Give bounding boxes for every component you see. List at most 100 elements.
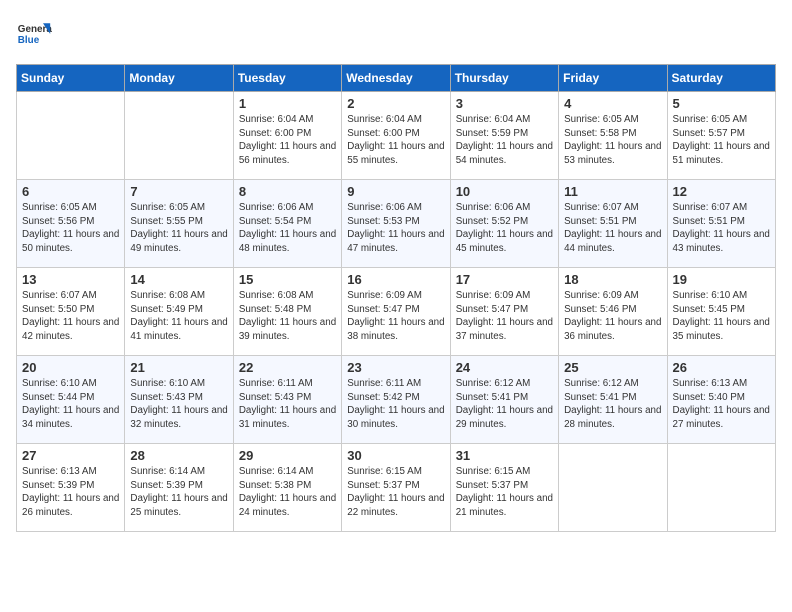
day-number: 17 bbox=[456, 272, 553, 287]
calendar-cell: 6 Sunrise: 6:05 AM Sunset: 5:56 PM Dayli… bbox=[17, 180, 125, 268]
calendar-cell: 24 Sunrise: 6:12 AM Sunset: 5:41 PM Dayl… bbox=[450, 356, 558, 444]
col-header-sunday: Sunday bbox=[17, 65, 125, 92]
day-info: Sunrise: 6:14 AM Sunset: 5:39 PM Dayligh… bbox=[130, 465, 227, 520]
calendar-cell: 15 Sunrise: 6:08 AM Sunset: 5:48 PM Dayl… bbox=[233, 268, 341, 356]
day-number: 23 bbox=[347, 360, 444, 375]
day-info: Sunrise: 6:07 AM Sunset: 5:51 PM Dayligh… bbox=[673, 201, 770, 256]
day-number: 31 bbox=[456, 448, 553, 463]
calendar-cell: 27 Sunrise: 6:13 AM Sunset: 5:39 PM Dayl… bbox=[17, 444, 125, 532]
logo: General Blue bbox=[16, 16, 56, 52]
calendar-week-2: 6 Sunrise: 6:05 AM Sunset: 5:56 PM Dayli… bbox=[17, 180, 776, 268]
col-header-thursday: Thursday bbox=[450, 65, 558, 92]
calendar-cell bbox=[667, 444, 775, 532]
day-info: Sunrise: 6:06 AM Sunset: 5:53 PM Dayligh… bbox=[347, 201, 444, 256]
calendar-cell: 10 Sunrise: 6:06 AM Sunset: 5:52 PM Dayl… bbox=[450, 180, 558, 268]
calendar-cell: 2 Sunrise: 6:04 AM Sunset: 6:00 PM Dayli… bbox=[342, 92, 450, 180]
calendar-cell: 23 Sunrise: 6:11 AM Sunset: 5:42 PM Dayl… bbox=[342, 356, 450, 444]
calendar-week-5: 27 Sunrise: 6:13 AM Sunset: 5:39 PM Dayl… bbox=[17, 444, 776, 532]
col-header-monday: Monday bbox=[125, 65, 233, 92]
day-number: 15 bbox=[239, 272, 336, 287]
col-header-saturday: Saturday bbox=[667, 65, 775, 92]
day-number: 24 bbox=[456, 360, 553, 375]
calendar-cell: 18 Sunrise: 6:09 AM Sunset: 5:46 PM Dayl… bbox=[559, 268, 667, 356]
day-number: 30 bbox=[347, 448, 444, 463]
day-number: 22 bbox=[239, 360, 336, 375]
day-info: Sunrise: 6:04 AM Sunset: 6:00 PM Dayligh… bbox=[239, 113, 336, 168]
day-number: 27 bbox=[22, 448, 119, 463]
day-number: 14 bbox=[130, 272, 227, 287]
calendar-cell: 17 Sunrise: 6:09 AM Sunset: 5:47 PM Dayl… bbox=[450, 268, 558, 356]
page-header: General Blue bbox=[16, 16, 776, 52]
calendar-cell: 25 Sunrise: 6:12 AM Sunset: 5:41 PM Dayl… bbox=[559, 356, 667, 444]
day-number: 2 bbox=[347, 96, 444, 111]
day-info: Sunrise: 6:13 AM Sunset: 5:39 PM Dayligh… bbox=[22, 465, 119, 520]
day-info: Sunrise: 6:12 AM Sunset: 5:41 PM Dayligh… bbox=[564, 377, 661, 432]
day-info: Sunrise: 6:06 AM Sunset: 5:54 PM Dayligh… bbox=[239, 201, 336, 256]
svg-text:Blue: Blue bbox=[18, 35, 40, 46]
day-info: Sunrise: 6:11 AM Sunset: 5:42 PM Dayligh… bbox=[347, 377, 444, 432]
calendar-cell: 19 Sunrise: 6:10 AM Sunset: 5:45 PM Dayl… bbox=[667, 268, 775, 356]
day-info: Sunrise: 6:05 AM Sunset: 5:57 PM Dayligh… bbox=[673, 113, 770, 168]
day-info: Sunrise: 6:08 AM Sunset: 5:49 PM Dayligh… bbox=[130, 289, 227, 344]
day-number: 6 bbox=[22, 184, 119, 199]
calendar-cell: 7 Sunrise: 6:05 AM Sunset: 5:55 PM Dayli… bbox=[125, 180, 233, 268]
day-info: Sunrise: 6:05 AM Sunset: 5:55 PM Dayligh… bbox=[130, 201, 227, 256]
day-number: 5 bbox=[673, 96, 770, 111]
day-number: 8 bbox=[239, 184, 336, 199]
day-info: Sunrise: 6:05 AM Sunset: 5:56 PM Dayligh… bbox=[22, 201, 119, 256]
day-info: Sunrise: 6:04 AM Sunset: 6:00 PM Dayligh… bbox=[347, 113, 444, 168]
calendar-cell bbox=[559, 444, 667, 532]
day-info: Sunrise: 6:14 AM Sunset: 5:38 PM Dayligh… bbox=[239, 465, 336, 520]
day-number: 26 bbox=[673, 360, 770, 375]
calendar-cell: 9 Sunrise: 6:06 AM Sunset: 5:53 PM Dayli… bbox=[342, 180, 450, 268]
calendar-cell: 28 Sunrise: 6:14 AM Sunset: 5:39 PM Dayl… bbox=[125, 444, 233, 532]
day-number: 3 bbox=[456, 96, 553, 111]
calendar-cell: 29 Sunrise: 6:14 AM Sunset: 5:38 PM Dayl… bbox=[233, 444, 341, 532]
calendar-cell: 30 Sunrise: 6:15 AM Sunset: 5:37 PM Dayl… bbox=[342, 444, 450, 532]
calendar-cell: 31 Sunrise: 6:15 AM Sunset: 5:37 PM Dayl… bbox=[450, 444, 558, 532]
calendar-cell: 3 Sunrise: 6:04 AM Sunset: 5:59 PM Dayli… bbox=[450, 92, 558, 180]
logo-icon: General Blue bbox=[16, 16, 52, 52]
calendar-cell: 8 Sunrise: 6:06 AM Sunset: 5:54 PM Dayli… bbox=[233, 180, 341, 268]
col-header-friday: Friday bbox=[559, 65, 667, 92]
day-info: Sunrise: 6:09 AM Sunset: 5:47 PM Dayligh… bbox=[456, 289, 553, 344]
day-number: 16 bbox=[347, 272, 444, 287]
day-number: 9 bbox=[347, 184, 444, 199]
day-number: 29 bbox=[239, 448, 336, 463]
col-header-tuesday: Tuesday bbox=[233, 65, 341, 92]
calendar-cell bbox=[17, 92, 125, 180]
day-info: Sunrise: 6:15 AM Sunset: 5:37 PM Dayligh… bbox=[347, 465, 444, 520]
calendar-cell: 20 Sunrise: 6:10 AM Sunset: 5:44 PM Dayl… bbox=[17, 356, 125, 444]
calendar-cell: 11 Sunrise: 6:07 AM Sunset: 5:51 PM Dayl… bbox=[559, 180, 667, 268]
day-number: 21 bbox=[130, 360, 227, 375]
calendar-week-3: 13 Sunrise: 6:07 AM Sunset: 5:50 PM Dayl… bbox=[17, 268, 776, 356]
day-info: Sunrise: 6:10 AM Sunset: 5:44 PM Dayligh… bbox=[22, 377, 119, 432]
calendar-cell: 16 Sunrise: 6:09 AM Sunset: 5:47 PM Dayl… bbox=[342, 268, 450, 356]
day-number: 4 bbox=[564, 96, 661, 111]
day-number: 12 bbox=[673, 184, 770, 199]
day-info: Sunrise: 6:12 AM Sunset: 5:41 PM Dayligh… bbox=[456, 377, 553, 432]
day-number: 25 bbox=[564, 360, 661, 375]
calendar-cell: 5 Sunrise: 6:05 AM Sunset: 5:57 PM Dayli… bbox=[667, 92, 775, 180]
day-info: Sunrise: 6:05 AM Sunset: 5:58 PM Dayligh… bbox=[564, 113, 661, 168]
col-header-wednesday: Wednesday bbox=[342, 65, 450, 92]
calendar-table: SundayMondayTuesdayWednesdayThursdayFrid… bbox=[16, 64, 776, 532]
day-number: 19 bbox=[673, 272, 770, 287]
day-number: 28 bbox=[130, 448, 227, 463]
day-number: 11 bbox=[564, 184, 661, 199]
calendar-cell: 12 Sunrise: 6:07 AM Sunset: 5:51 PM Dayl… bbox=[667, 180, 775, 268]
calendar-week-4: 20 Sunrise: 6:10 AM Sunset: 5:44 PM Dayl… bbox=[17, 356, 776, 444]
day-info: Sunrise: 6:13 AM Sunset: 5:40 PM Dayligh… bbox=[673, 377, 770, 432]
calendar-cell: 26 Sunrise: 6:13 AM Sunset: 5:40 PM Dayl… bbox=[667, 356, 775, 444]
calendar-cell: 13 Sunrise: 6:07 AM Sunset: 5:50 PM Dayl… bbox=[17, 268, 125, 356]
day-info: Sunrise: 6:09 AM Sunset: 5:46 PM Dayligh… bbox=[564, 289, 661, 344]
calendar-cell: 22 Sunrise: 6:11 AM Sunset: 5:43 PM Dayl… bbox=[233, 356, 341, 444]
day-number: 18 bbox=[564, 272, 661, 287]
day-info: Sunrise: 6:10 AM Sunset: 5:43 PM Dayligh… bbox=[130, 377, 227, 432]
day-number: 7 bbox=[130, 184, 227, 199]
calendar-header-row: SundayMondayTuesdayWednesdayThursdayFrid… bbox=[17, 65, 776, 92]
day-info: Sunrise: 6:11 AM Sunset: 5:43 PM Dayligh… bbox=[239, 377, 336, 432]
day-info: Sunrise: 6:07 AM Sunset: 5:50 PM Dayligh… bbox=[22, 289, 119, 344]
calendar-cell: 4 Sunrise: 6:05 AM Sunset: 5:58 PM Dayli… bbox=[559, 92, 667, 180]
calendar-cell: 21 Sunrise: 6:10 AM Sunset: 5:43 PM Dayl… bbox=[125, 356, 233, 444]
